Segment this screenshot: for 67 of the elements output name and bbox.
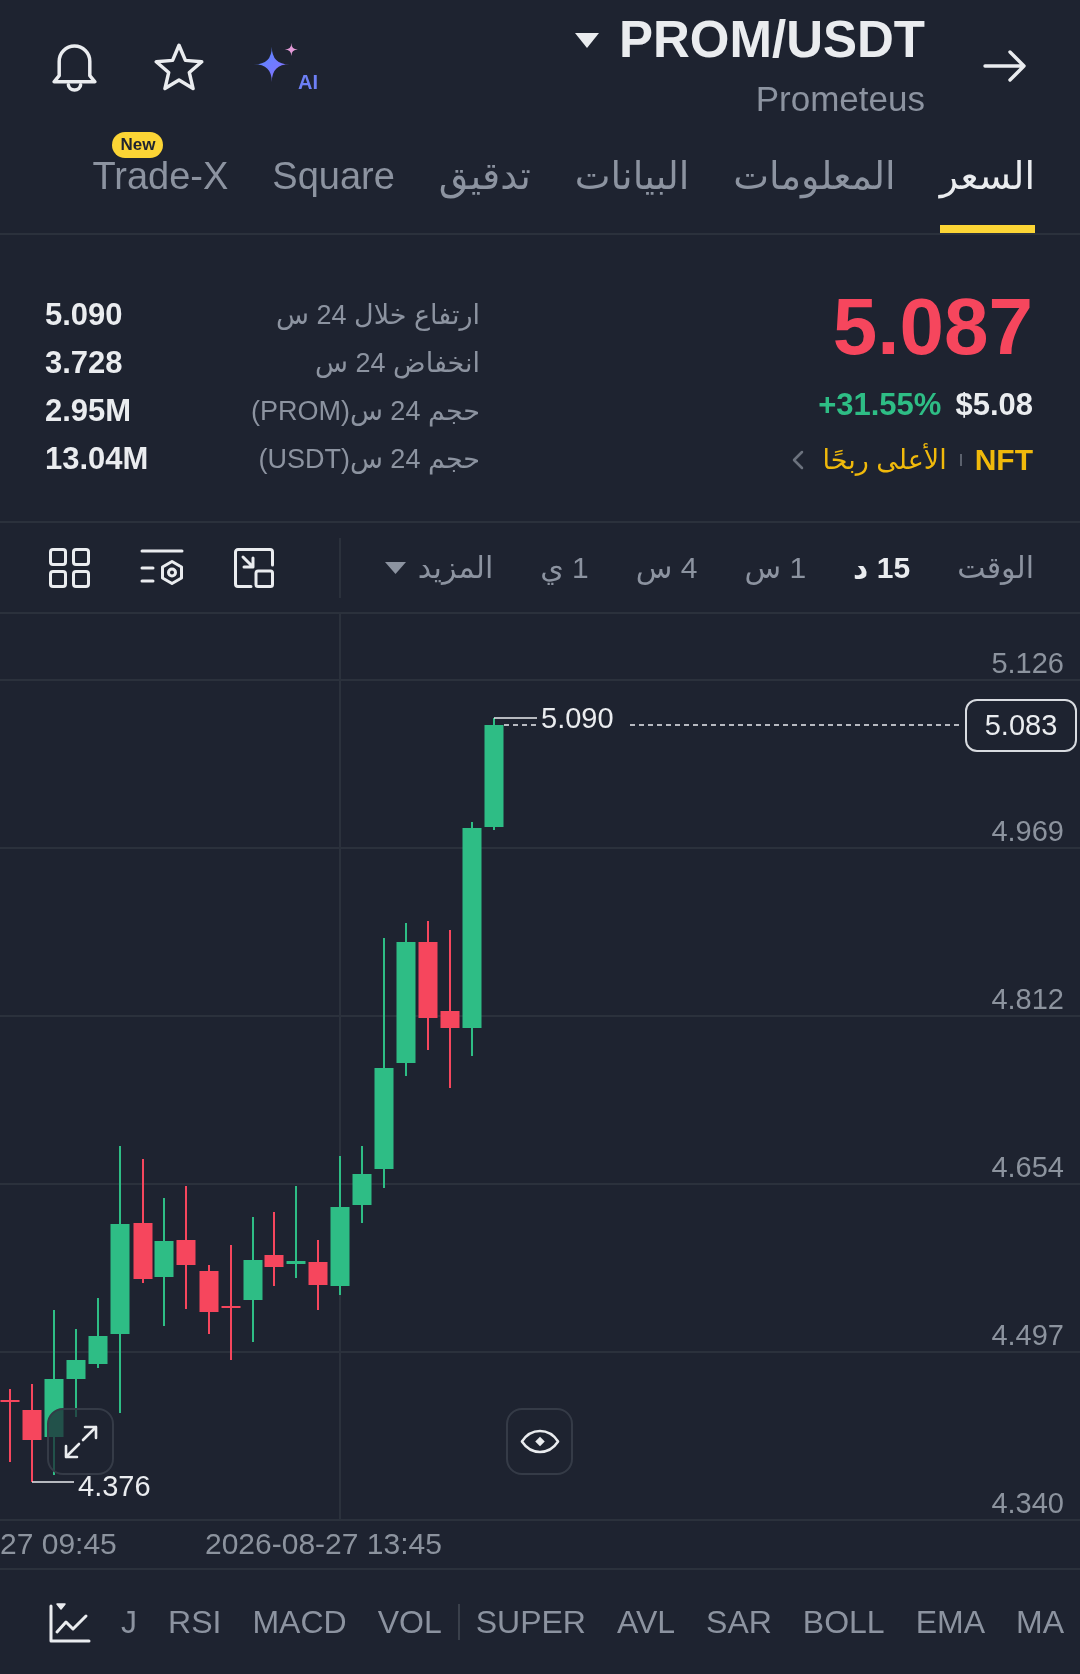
indicator-tab[interactable]: J [121, 1602, 138, 1642]
eye-icon [519, 1429, 560, 1454]
time-axis-label: 27 09:45 [0, 1527, 117, 1561]
usd-price: $5.08 [955, 386, 1033, 424]
time-label: الوقت [957, 549, 1034, 587]
price-change: +31.55% [818, 386, 942, 424]
chevron-left-icon [791, 450, 804, 470]
grid-icon[interactable] [49, 547, 90, 588]
low-price-label: 4.376 [78, 1469, 151, 1503]
stat-value: 13.04M [45, 440, 149, 478]
indicator-tab[interactable]: SUPER [475, 1602, 586, 1642]
timeframe-option[interactable]: 1 س [744, 547, 807, 588]
indicator-tab[interactable]: RSI [168, 1602, 222, 1642]
indicator-tab[interactable]: EMA [915, 1602, 985, 1642]
time-axis-label: 2026-08-27 13:45 [205, 1527, 442, 1561]
expand-button[interactable] [47, 1408, 114, 1475]
star-icon[interactable] [154, 43, 204, 91]
tab[interactable]: New Trade-X [92, 122, 229, 233]
last-price: 5.087 [832, 287, 1033, 367]
timeframe-option[interactable]: 15 د [853, 547, 911, 588]
more-dropdown[interactable]: المزيد [384, 547, 494, 588]
indicator-tab[interactable]: SAR [706, 1602, 772, 1642]
caret-down-icon [575, 32, 599, 48]
candle [199, 1264, 219, 1335]
price-axis-label: 5.126 [991, 646, 1064, 680]
tab[interactable]: البيانات [574, 122, 690, 233]
price-axis-label: 4.497 [991, 1318, 1064, 1352]
tab[interactable]: السعر [939, 122, 1035, 233]
timeframe-option[interactable]: 4 س [635, 547, 698, 588]
price-axis-label: 4.969 [991, 814, 1064, 848]
price-axis-label: 4.340 [991, 1486, 1064, 1520]
stat-label: حجم 24 س(PROM) [250, 395, 480, 429]
leader-line [31, 1481, 75, 1483]
tab[interactable]: Square [272, 122, 395, 233]
indicator-tab[interactable]: AVL [616, 1602, 676, 1642]
stat-value: 3.728 [45, 344, 123, 382]
ai-assistant-button[interactable]: AI [254, 42, 318, 92]
tab[interactable]: المعلومات [733, 122, 896, 233]
tab-badge: New [112, 132, 164, 158]
indicator-tab[interactable]: BOLL [802, 1602, 885, 1642]
stat-label: ارتفاع خلال 24 س [276, 299, 480, 333]
price-axis-label: 4.812 [991, 982, 1064, 1016]
expand-icon [62, 1423, 99, 1460]
lines-hexagon-icon[interactable] [140, 547, 184, 588]
visibility-button[interactable] [506, 1408, 573, 1475]
candle [88, 1297, 108, 1369]
bell-icon[interactable] [49, 42, 100, 92]
coin-name: Prometeus [755, 80, 925, 118]
stat-value: 2.95M [45, 392, 132, 430]
pair-selector[interactable]: PROM/USDT [575, 16, 925, 64]
candle [308, 1239, 328, 1311]
timeframe-option[interactable]: 1 ي [540, 547, 589, 588]
indicator-tab[interactable]: VOL [377, 1602, 442, 1642]
high-price-label: 5.090 [541, 701, 614, 735]
arrow-right-icon[interactable] [982, 48, 1028, 84]
current-price-tag: 5.083 [965, 699, 1077, 752]
caret-down-icon [384, 561, 406, 574]
price-axis-label: 4.654 [991, 1150, 1064, 1184]
stat-value: 5.090 [45, 296, 123, 334]
stat-label: حجم 24 س(USDT) [258, 443, 480, 477]
indicator-tab[interactable]: MA [1016, 1602, 1064, 1642]
line-chart-icon[interactable] [48, 1600, 91, 1644]
indicator-tab[interactable]: MACD [252, 1602, 347, 1642]
leader-line [493, 717, 538, 719]
tab[interactable]: تدقيق [438, 122, 531, 233]
stat-label: انخفاض 24 س [315, 347, 480, 381]
arrow-box-icon[interactable] [234, 547, 274, 588]
